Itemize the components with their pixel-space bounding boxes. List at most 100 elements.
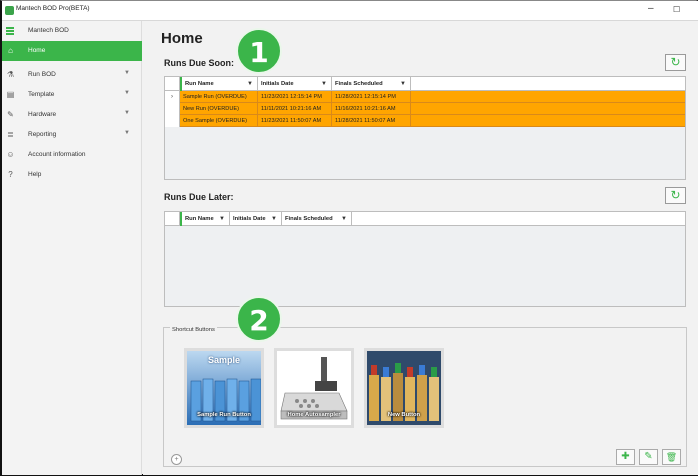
sidebar-item-template[interactable]: ▤ Template ▼ xyxy=(2,85,142,105)
flask-icon: ⚗ xyxy=(6,70,15,79)
sidebar-item-run-bod[interactable]: ⚗ Run BOD ▼ xyxy=(2,65,142,85)
tile-caption: Sample Run Button xyxy=(197,412,251,418)
sidebar-item-label: Run BOD xyxy=(28,71,56,78)
report-icon: ≣ xyxy=(7,130,14,139)
sidebar-item-label: Reporting xyxy=(28,131,57,138)
tile-overlay-text: Sample xyxy=(207,355,240,365)
app-window: Mantech BOD Pro(BETA) – ☐ Mantech BOD ⌂ … xyxy=(0,0,698,476)
pencil-icon: ✎ xyxy=(644,451,653,462)
column-header-run-name[interactable]: Run Name ▼ xyxy=(182,77,258,91)
sidebar-item-home[interactable]: ⌂ Home xyxy=(2,41,142,61)
edit-shortcut-button[interactable]: ✎ xyxy=(639,449,658,465)
filter-icon[interactable]: ▼ xyxy=(271,212,277,226)
annotation-badge-2: 2 xyxy=(236,296,282,342)
chevron-down-icon[interactable]: ▼ xyxy=(124,90,130,96)
row-header-spacer xyxy=(165,212,180,226)
row-header-spacer xyxy=(165,77,180,91)
row-indicator xyxy=(165,103,180,115)
filter-icon[interactable]: ▼ xyxy=(321,77,327,91)
wrench-icon: ✎ xyxy=(7,110,14,119)
shortcut-tile-sample-run[interactable]: Sample Sample Run Button xyxy=(184,348,264,428)
chevron-down-icon[interactable]: ▼ xyxy=(124,70,130,76)
current-row-indicator: › xyxy=(165,91,180,103)
app-icon xyxy=(5,6,14,15)
row-fill xyxy=(411,103,685,115)
filter-icon[interactable]: ▼ xyxy=(400,77,406,91)
add-shortcut-button[interactable]: ✚ xyxy=(616,449,635,465)
main-content: Home Runs Due Soon: ↻ Run Name ▼ Initial… xyxy=(143,21,698,475)
shortcut-tile-home-autosampler[interactable]: Home Autosampler xyxy=(274,348,354,428)
cell-finals-scheduled[interactable]: 11/28/2021 12:15:14 PM xyxy=(332,91,411,103)
home-icon: ⌂ xyxy=(8,46,13,55)
tile-caption: New Button xyxy=(387,412,421,418)
table-row[interactable]: One Sample (OVERDUE) 11/23/2021 11:50:07… xyxy=(165,115,685,127)
refresh-icon: ↻ xyxy=(670,188,681,202)
column-header-finals-scheduled[interactable]: Finals Scheduled ▼ xyxy=(332,77,411,91)
menu-icon[interactable] xyxy=(6,27,14,35)
column-header-label: Initials Date xyxy=(261,81,294,87)
sidebar-item-account-information[interactable]: ☺ Account information xyxy=(2,145,142,165)
sidebar-item-label: Hardware xyxy=(28,111,57,118)
table-row[interactable]: New Run (OVERDUE) 11/11/2021 10:21:16 AM… xyxy=(165,103,685,115)
cell-run-name[interactable]: New Run (OVERDUE) xyxy=(180,103,258,115)
filter-icon[interactable]: ▼ xyxy=(341,212,347,226)
column-header-label: Finals Scheduled xyxy=(335,81,383,87)
shortcut-buttons-title: Shortcut Buttons xyxy=(170,327,217,333)
refresh-icon: ↻ xyxy=(670,55,681,69)
sidebar-item-label: Template xyxy=(28,91,55,98)
runs-due-later-title: Runs Due Later: xyxy=(164,192,234,202)
cell-initials-date[interactable]: 11/23/2021 11:50:07 AM xyxy=(258,115,332,127)
refresh-soon-button[interactable]: ↻ xyxy=(665,54,686,71)
grid-header: Run Name ▼ Initials Date ▼ Finals Schedu… xyxy=(165,77,685,91)
template-icon: ▤ xyxy=(6,90,15,99)
sidebar-item-reporting[interactable]: ≣ Reporting ▼ xyxy=(2,125,142,145)
sidebar-item-label: Home xyxy=(28,47,46,54)
trash-icon: 🗑 xyxy=(665,452,678,462)
column-header-label: Initials Date xyxy=(233,216,266,222)
plus-icon: ✚ xyxy=(621,451,630,462)
sidebar-item-label: Account information xyxy=(28,151,86,158)
runs-due-soon-title: Runs Due Soon: xyxy=(164,58,234,68)
annotation-badge-1: 1 xyxy=(236,28,282,74)
minimize-button[interactable]: – xyxy=(648,3,654,14)
sidebar-item-label: Help xyxy=(28,171,42,178)
sidebar-item-hardware[interactable]: ✎ Hardware ▼ xyxy=(2,105,142,125)
filter-icon[interactable]: ▼ xyxy=(247,77,253,91)
runs-due-later-grid[interactable]: Run Name ▼ Initials Date ▼ Finals Schedu… xyxy=(164,211,686,307)
shortcut-tile-new-button[interactable]: New Button xyxy=(364,348,444,428)
sidebar-item-help[interactable]: ? Help xyxy=(2,165,142,185)
column-header-label: Finals Scheduled xyxy=(285,216,333,222)
chevron-down-icon[interactable]: ▼ xyxy=(124,110,130,116)
title-bar: Mantech BOD Pro(BETA) – ☐ xyxy=(2,1,698,21)
table-row[interactable]: › Sample Run (OVERDUE) 11/23/2021 12:15:… xyxy=(165,91,685,103)
refresh-later-button[interactable]: ↻ xyxy=(665,187,686,204)
row-fill xyxy=(411,115,685,127)
window-title: Mantech BOD Pro(BETA) xyxy=(16,5,90,12)
column-header-initials-date[interactable]: Initials Date ▼ xyxy=(230,212,282,226)
grid-header: Run Name ▼ Initials Date ▼ Finals Schedu… xyxy=(165,212,685,226)
maximize-button[interactable]: ☐ xyxy=(673,5,680,14)
runs-due-soon-grid[interactable]: Run Name ▼ Initials Date ▼ Finals Schedu… xyxy=(164,76,686,180)
row-fill xyxy=(411,91,685,103)
delete-shortcut-button[interactable]: 🗑 xyxy=(662,449,681,465)
sidebar-header[interactable]: Mantech BOD xyxy=(2,21,142,41)
column-header-label: Run Name xyxy=(185,81,214,87)
column-header-initials-date[interactable]: Initials Date ▼ xyxy=(258,77,332,91)
add-circle-button[interactable]: + xyxy=(171,454,182,465)
sidebar: Mantech BOD ⌂ Home ⚗ Run BOD ▼ ▤ Templat… xyxy=(2,21,142,475)
filter-icon[interactable]: ▼ xyxy=(219,212,225,226)
page-title: Home xyxy=(161,30,203,47)
cell-run-name[interactable]: Sample Run (OVERDUE) xyxy=(180,91,258,103)
cell-initials-date[interactable]: 11/23/2021 12:15:14 PM xyxy=(258,91,332,103)
tile-caption: Home Autosampler xyxy=(287,412,341,418)
shortcut-buttons-panel: Shortcut Buttons Sample Sample Run Butto… xyxy=(163,327,687,467)
cell-run-name[interactable]: One Sample (OVERDUE) xyxy=(180,115,258,127)
cell-finals-scheduled[interactable]: 11/28/2021 11:50:07 AM xyxy=(332,115,411,127)
column-header-finals-scheduled[interactable]: Finals Scheduled ▼ xyxy=(282,212,352,226)
chevron-down-icon[interactable]: ▼ xyxy=(124,130,130,136)
row-indicator xyxy=(165,115,180,127)
cell-finals-scheduled[interactable]: 11/16/2021 10:21:16 AM xyxy=(332,103,411,115)
column-header-run-name[interactable]: Run Name ▼ xyxy=(182,212,230,226)
column-header-label: Run Name xyxy=(185,216,214,222)
cell-initials-date[interactable]: 11/11/2021 10:21:16 AM xyxy=(258,103,332,115)
